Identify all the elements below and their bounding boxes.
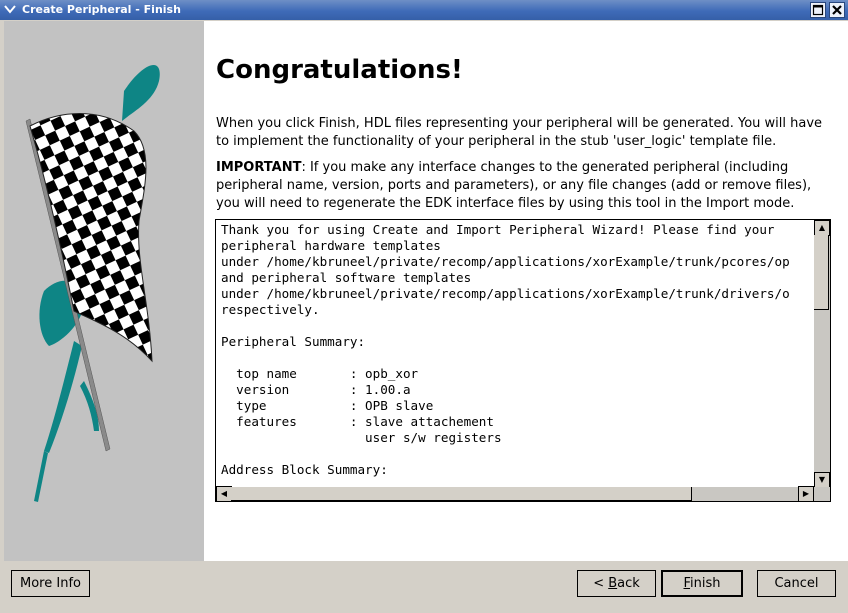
vertical-scroll-thumb[interactable] [814,235,829,310]
summary-line [221,446,816,462]
content-panel: Congratulations! When you click Finish, … [204,21,848,561]
back-button[interactable]: < Back [577,570,656,597]
dialog-frame: Congratulations! When you click Finish, … [3,20,848,608]
scroll-down-icon[interactable]: ▼ [814,472,830,488]
cancel-button[interactable]: Cancel [757,570,836,597]
summary-line: and peripheral software templates [221,270,472,285]
window-title: Create Peripheral - Finish [22,3,181,16]
summary-line: respectively. [221,302,320,317]
page-title: Congratulations! [216,55,463,85]
scroll-up-icon[interactable]: ▲ [814,220,830,236]
important-label: IMPORTANT [216,160,302,175]
back-label: ack [617,576,640,591]
vertical-scrollbar[interactable]: ▲ ▼ [814,220,830,488]
summary-line: peripheral hardware templates [221,238,441,253]
horizontal-scroll-thumb[interactable] [231,487,692,501]
maximize-icon[interactable] [810,2,826,18]
summary-line: user s/w registers [221,430,502,445]
scroll-left-icon[interactable]: ◀ [216,486,232,501]
summary-line: features : slave attachement [221,414,494,429]
summary-line: under /home/kbruneel/private/recomp/appl… [221,254,790,269]
horizontal-scrollbar[interactable]: ◀ ▶ [216,486,830,501]
summary-line [221,350,816,366]
scroll-right-icon[interactable]: ▶ [798,486,814,501]
close-icon[interactable] [829,2,845,18]
title-bar: Create Peripheral - Finish [0,0,848,20]
important-note: IMPORTANT: If you make any interface cha… [216,159,836,213]
summary-textarea[interactable]: Thank you for using Create and Import Pe… [215,219,831,502]
summary-line: Thank you for using Create and Import Pe… [221,222,775,237]
back-prefix: < [593,576,609,591]
important-text: : If you make any interface changes to t… [216,160,812,211]
summary-line [221,318,816,334]
summary-line: version : 1.00.a [221,382,411,397]
finish-label: inish [690,576,721,591]
intro-text: When you click Finish, HDL files represe… [216,116,823,149]
summary-line: top name : opb_xor [221,366,419,381]
more-info-button[interactable]: More Info [11,570,90,597]
checkered-flag-icon [25,64,160,502]
summary-text[interactable]: Thank you for using Create and Import Pe… [221,222,816,484]
back-mnemonic: B [608,576,618,591]
summary-line: type : OPB slave [221,398,434,413]
wizard-banner [4,21,204,561]
finish-button[interactable]: Finish [661,570,743,597]
summary-line: under /home/kbruneel/private/recomp/appl… [221,286,790,301]
chevron-down-icon[interactable] [2,2,18,18]
summary-line: Address Block Summary: [221,462,388,477]
summary-line: Peripheral Summary: [221,334,366,349]
